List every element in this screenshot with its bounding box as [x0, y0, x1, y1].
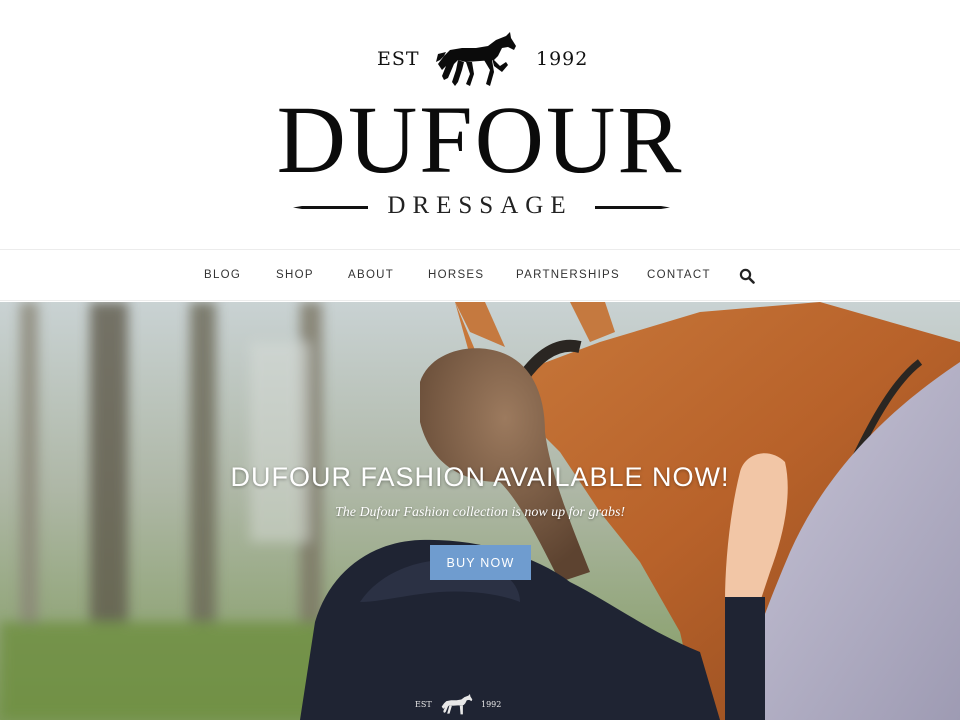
nav-item-blog[interactable]: BLOG [204, 250, 241, 301]
nav-item-about[interactable]: ABOUT [348, 250, 394, 301]
brand-subtitle: DRESSAGE [387, 192, 573, 219]
logo-est-label: EST [377, 48, 420, 70]
nav-item-contact[interactable]: CONTACT [647, 250, 711, 301]
hero-title: DUFOUR FASHION AVAILABLE NOW! [230, 462, 730, 492]
nav-item-horses[interactable]: HORSES [428, 250, 484, 301]
logo-top-row: EST 1992 [0, 30, 960, 90]
hoodie-horse-icon [441, 694, 473, 715]
nav-item-shop[interactable]: SHOP [276, 250, 314, 301]
hoodie-logo: EST 1992 [413, 694, 505, 716]
hoodie-logo-est: EST [415, 700, 432, 709]
buy-now-button[interactable]: BUY NOW [430, 545, 531, 580]
horse-silhouette-icon [436, 32, 516, 86]
nav-item-partnerships[interactable]: PARTNERSHIPS [516, 250, 620, 301]
logo-rule-right [595, 206, 670, 209]
main-nav: BLOG SHOP ABOUT HORSES PARTNERSHIPS CONT… [0, 249, 960, 301]
hoodie-logo-year: 1992 [481, 700, 502, 709]
search-icon[interactable] [739, 268, 755, 284]
logo-subtitle-row: DRESSAGE [0, 192, 960, 222]
hero-subtitle: The Dufour Fashion collection is now up … [334, 505, 626, 520]
brand-name[interactable]: DUFOUR [0, 92, 960, 188]
hero-banner: DUFOUR FASHION AVAILABLE NOW! The Dufour… [0, 302, 960, 720]
logo-year: 1992 [536, 48, 589, 70]
page: EST 1992 DUFOUR DRESSAGE BLOG SHOP ABOUT… [0, 0, 960, 720]
site-header: EST 1992 DUFOUR DRESSAGE [0, 0, 960, 249]
